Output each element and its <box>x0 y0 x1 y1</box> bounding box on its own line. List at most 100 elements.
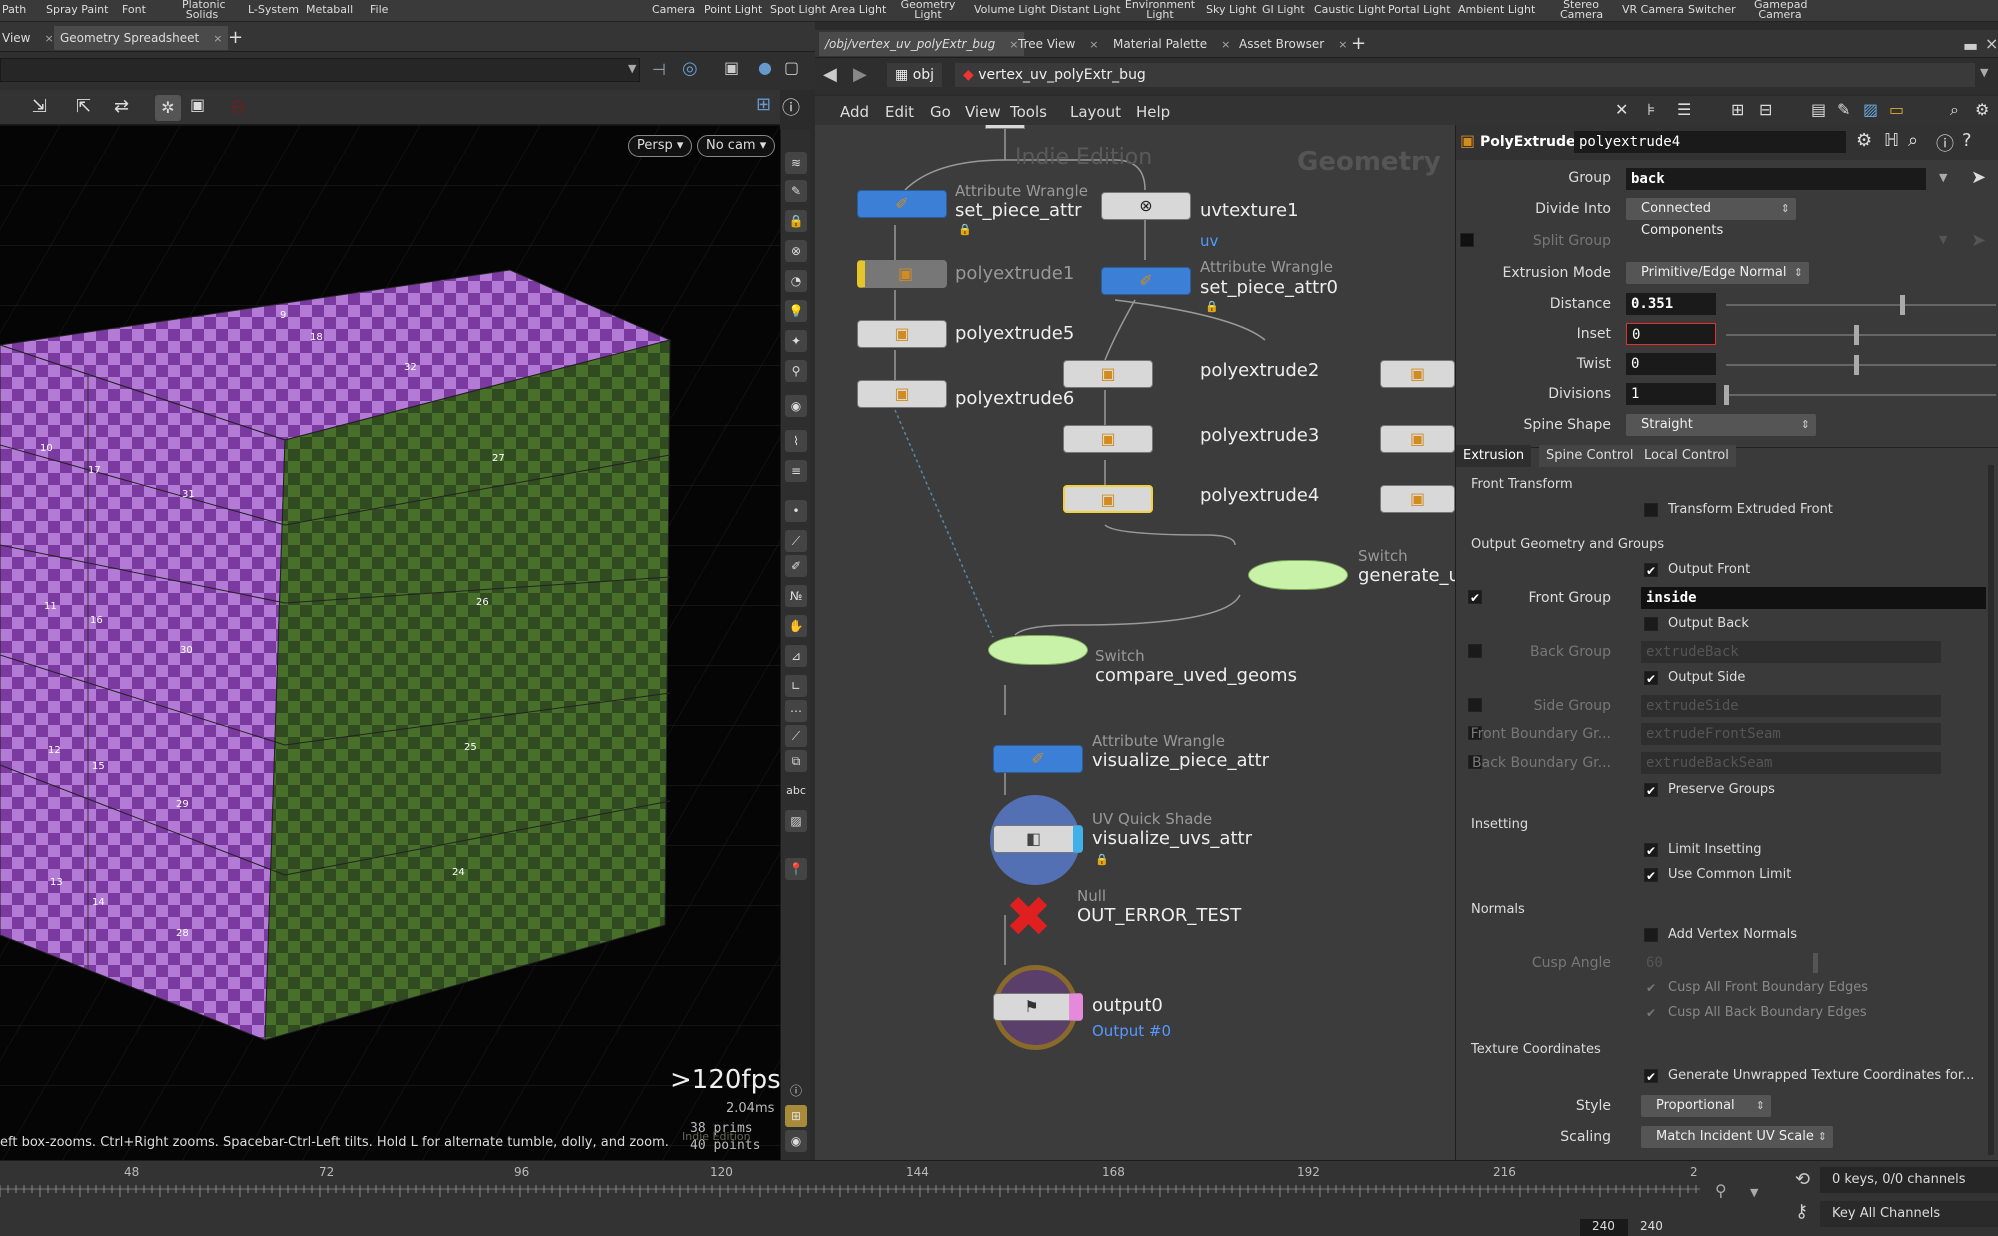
use-common-limit-checkbox[interactable]: ✔ <box>1644 868 1658 883</box>
shelf-area-light[interactable]: Area Light <box>830 4 886 15</box>
ruler-icon[interactable]: ⊿ <box>785 645 807 667</box>
output-front-checkbox[interactable]: ✔ <box>1644 563 1658 578</box>
divisions-slider-handle[interactable] <box>1724 385 1729 405</box>
shelf-environment-light[interactable]: Environment Light <box>1124 0 1196 20</box>
shelf-spot-light[interactable]: Spot Light <box>770 4 826 15</box>
grid-icon[interactable]: ⊞ <box>785 1105 807 1127</box>
distance-field[interactable]: 0.351 <box>1626 293 1716 315</box>
extrusion-mode-dropdown[interactable]: Primitive/Edge Normal <box>1626 262 1809 284</box>
node-label[interactable]: visualize_uvs_attr <box>1092 828 1252 849</box>
sphere-icon[interactable]: ● <box>758 58 772 77</box>
node-label[interactable]: polyextrude5 <box>955 323 1074 344</box>
back-arrow-icon[interactable]: ◀ <box>823 64 837 85</box>
path-crumb-node[interactable]: ◆ vertex_uv_polyExtr_bug <box>955 63 1975 87</box>
grid-icon[interactable]: ⊞ <box>1731 100 1744 119</box>
params-scrollbar[interactable] <box>1988 465 1994 1155</box>
tab-view[interactable]: View × <box>0 26 60 50</box>
menu-layout[interactable]: Layout <box>1070 103 1121 121</box>
scene-viewport[interactable]: 9 18 32 10 17 31 27 11 16 30 26 12 15 29… <box>0 125 780 1160</box>
tab-network[interactable]: /obj/vertex_uv_polyExtr_bug × <box>819 32 1025 56</box>
target-icon[interactable]: ◎ <box>682 58 698 79</box>
close-icon[interactable]: × <box>44 32 53 45</box>
pin-icon[interactable]: 📍 <box>785 858 807 880</box>
menu-go[interactable]: Go <box>930 103 951 121</box>
divide-into-dropdown[interactable]: Connected Components <box>1626 198 1796 238</box>
node-label[interactable]: generate_u <box>1358 565 1455 586</box>
shelf-gamepad-camera[interactable]: Gamepad Camera <box>1754 0 1807 20</box>
spine-shape-dropdown[interactable]: Straight <box>1626 414 1816 436</box>
node-label[interactable]: output0 <box>1092 995 1163 1016</box>
tree-icon[interactable]: ⊧ <box>1647 100 1655 119</box>
forward-arrow-icon[interactable]: ▶ <box>853 64 867 85</box>
chevron-down-icon[interactable]: ▼ <box>1939 171 1947 184</box>
path-crumb-obj[interactable]: ▦ obj <box>887 63 943 87</box>
snap-icon[interactable]: ✲ <box>155 95 181 121</box>
preserve-groups-checkbox[interactable]: ✔ <box>1644 783 1658 798</box>
node-extrude-right[interactable]: ▣ <box>1380 425 1455 453</box>
distance-slider-handle[interactable] <box>1900 295 1905 315</box>
node-polyextrude1[interactable]: ▣ <box>857 260 947 288</box>
node-upstream[interactable] <box>985 125 1025 129</box>
node-name-field[interactable]: polyextrude4 <box>1574 131 1846 153</box>
hand-icon[interactable]: ✋ <box>785 615 807 637</box>
shelf-stereo-camera[interactable]: Stereo Camera <box>1560 0 1603 20</box>
node-label[interactable]: set_piece_attr <box>955 200 1082 221</box>
shelf-spray-paint[interactable]: Spray Paint <box>46 4 108 15</box>
shelf-vr-camera[interactable]: VR Camera <box>1622 4 1684 15</box>
box-icon[interactable]: ▭ <box>1889 100 1904 119</box>
menu-view[interactable]: View <box>965 103 1001 121</box>
lock-icon[interactable]: 🔒 <box>785 210 807 232</box>
bulb-icon[interactable]: ✦ <box>785 330 807 352</box>
list-icon[interactable]: ☰ <box>1677 100 1691 119</box>
shelf-distant-light[interactable]: Distant Light <box>1050 4 1121 15</box>
brush-icon[interactable]: ⟋ <box>785 530 807 552</box>
tab-spine-control[interactable]: Spine Control <box>1539 445 1641 467</box>
menu-add[interactable]: Add <box>840 103 869 121</box>
tab-local-control[interactable]: Local Control <box>1637 445 1736 467</box>
close-icon[interactable]: × <box>1221 38 1230 51</box>
pin-icon[interactable]: ⊣ <box>652 60 674 82</box>
shelf-gi-light[interactable]: GI Light <box>1262 4 1305 15</box>
tools-icon[interactable]: ✕ <box>1615 100 1628 119</box>
node-set-piece-attr[interactable]: ✐ <box>857 190 947 218</box>
null-node-icon[interactable]: ✖ <box>1005 890 1052 946</box>
display-icon[interactable]: ▣ <box>190 95 205 114</box>
tab-material-palette[interactable]: Material Palette × <box>1107 32 1236 56</box>
timeline[interactable]: ⟲ 0 keys, 0/0 channels ⚷ Key All Channel… <box>0 1160 1998 1236</box>
grid-icon[interactable]: ⊟ <box>1759 100 1772 119</box>
shelf-geometry-light[interactable]: Geometry Light <box>900 0 956 20</box>
shelf-ambient-light[interactable]: Ambient Light <box>1458 4 1535 15</box>
shelf-metaball[interactable]: Metaball <box>306 4 353 15</box>
inset-field[interactable]: 0 <box>1626 323 1716 345</box>
inset-slider[interactable] <box>1726 334 1996 336</box>
brush-icon[interactable]: ⌇ <box>785 430 807 452</box>
shelf-file[interactable]: File <box>370 4 388 15</box>
network-editor[interactable]: Indie Edition Geometry ✐ Attribute Wrang… <box>815 125 1455 1160</box>
chevron-down-icon[interactable]: ▼ <box>1750 1186 1758 1199</box>
camera-icon[interactable]: ◉ <box>785 395 807 417</box>
shelf-portal-light[interactable]: Portal Light <box>1388 4 1451 15</box>
dot-icon[interactable]: • <box>785 500 807 522</box>
shelf-font[interactable]: Font <box>122 4 146 15</box>
divisions-field[interactable]: 1 <box>1626 383 1716 405</box>
select-arrow-icon[interactable]: ⇲ <box>32 96 47 117</box>
twist-slider[interactable] <box>1726 364 1996 366</box>
node-label[interactable]: polyextrude2 <box>1200 360 1319 381</box>
start-frame-field[interactable]: 240 <box>1580 1219 1628 1236</box>
camera-tool-icon[interactable]: ⚲ <box>785 360 807 382</box>
menu-edit[interactable]: Edit <box>885 103 914 121</box>
node-uvtexture1[interactable]: ⊗ <box>1101 192 1191 220</box>
help-book-icon[interactable]: ℍ <box>1884 130 1899 151</box>
shelf-point-light[interactable]: Point Light <box>704 4 762 15</box>
text-tool[interactable]: abc <box>785 780 807 802</box>
group-field[interactable]: back <box>1626 168 1926 190</box>
limit-insetting-checkbox[interactable]: ✔ <box>1644 843 1658 858</box>
node-set-piece-attr0[interactable]: ✐ <box>1101 267 1191 295</box>
node-switch-compare[interactable] <box>988 635 1088 665</box>
search-icon[interactable]: ⌕ <box>1950 100 1959 120</box>
node-label[interactable]: uvtexture1 <box>1200 200 1299 221</box>
node-polyextrude6[interactable]: ▣ <box>857 380 947 408</box>
node-label[interactable]: polyextrude4 <box>1200 485 1319 506</box>
chevron-down-icon[interactable]: ▼ <box>1980 66 1988 79</box>
shelf-platonic[interactable]: Platonic Solids <box>182 0 226 20</box>
